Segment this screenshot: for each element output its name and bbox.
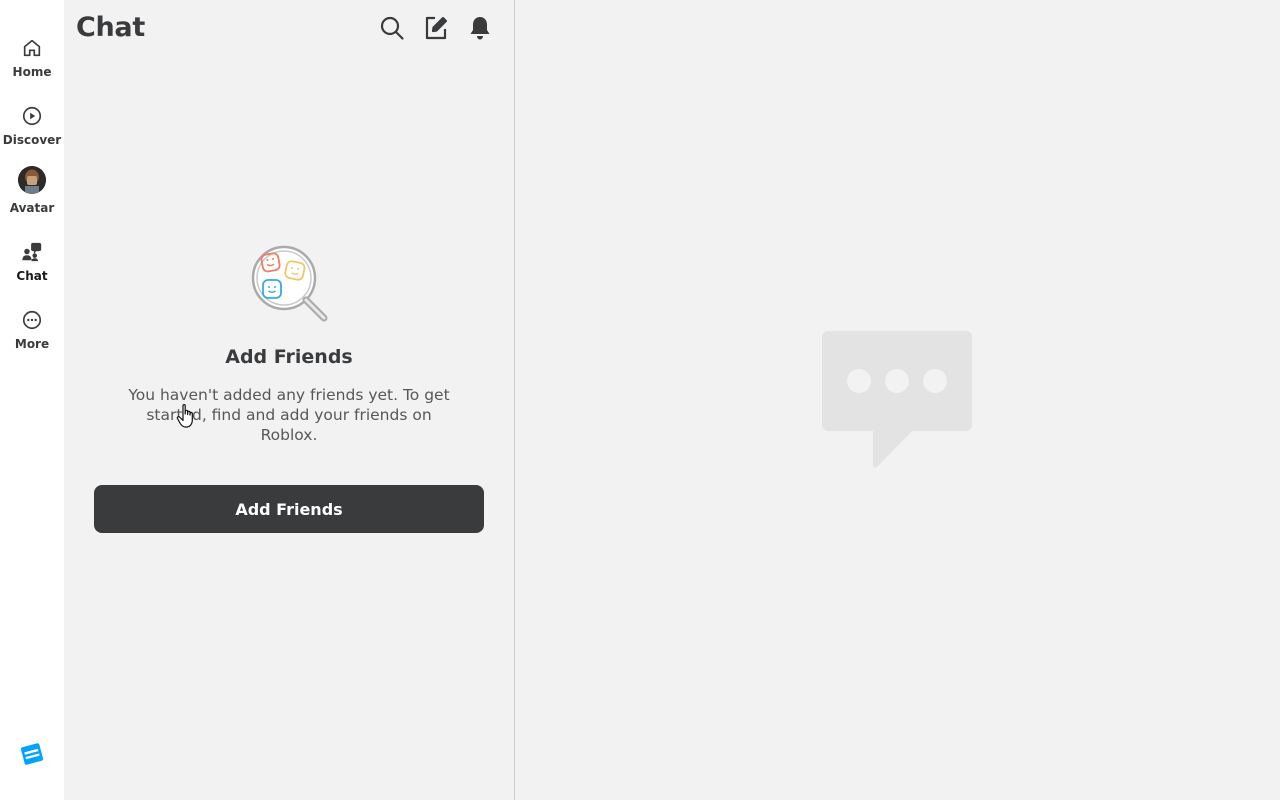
bell-icon (468, 15, 492, 45)
empty-state-title: Add Friends (225, 346, 353, 368)
chat-bubble-placeholder-icon (821, 330, 973, 470)
conversation-area (515, 0, 1280, 800)
chat-panel: Chat Add Friends You haven't added any f… (64, 0, 514, 800)
add-friends-button[interactable]: Add Friends (94, 485, 484, 533)
page-title: Chat (76, 12, 145, 43)
search-icon (379, 15, 405, 45)
more-icon (20, 308, 44, 332)
nav-label: Avatar (9, 201, 55, 215)
nav-item-home[interactable]: Home (0, 36, 64, 96)
nav-label: Chat (16, 269, 48, 283)
nav-label: Discover (2, 133, 62, 147)
home-icon (20, 36, 44, 60)
compose-icon (423, 15, 449, 45)
avatar (18, 166, 46, 194)
nav-label: Home (12, 65, 52, 79)
search-button[interactable] (378, 16, 406, 44)
play-circle-icon (20, 104, 44, 128)
notifications-button[interactable] (466, 16, 494, 44)
hand-cursor-icon (176, 403, 198, 429)
nav-item-chat[interactable]: Chat (0, 240, 64, 300)
find-friends-illustration-icon (248, 242, 332, 326)
nav-label: More (14, 337, 50, 351)
chat-people-icon (20, 240, 44, 264)
nav-item-more[interactable]: More (0, 308, 64, 368)
nav-rail: Home Discover Avatar Chat More (0, 0, 64, 800)
nav-item-avatar[interactable]: Avatar (0, 166, 64, 228)
compose-button[interactable] (422, 16, 450, 44)
nav-item-discover[interactable]: Discover (0, 104, 64, 164)
roblox-studio-logo-icon[interactable] (20, 742, 44, 766)
